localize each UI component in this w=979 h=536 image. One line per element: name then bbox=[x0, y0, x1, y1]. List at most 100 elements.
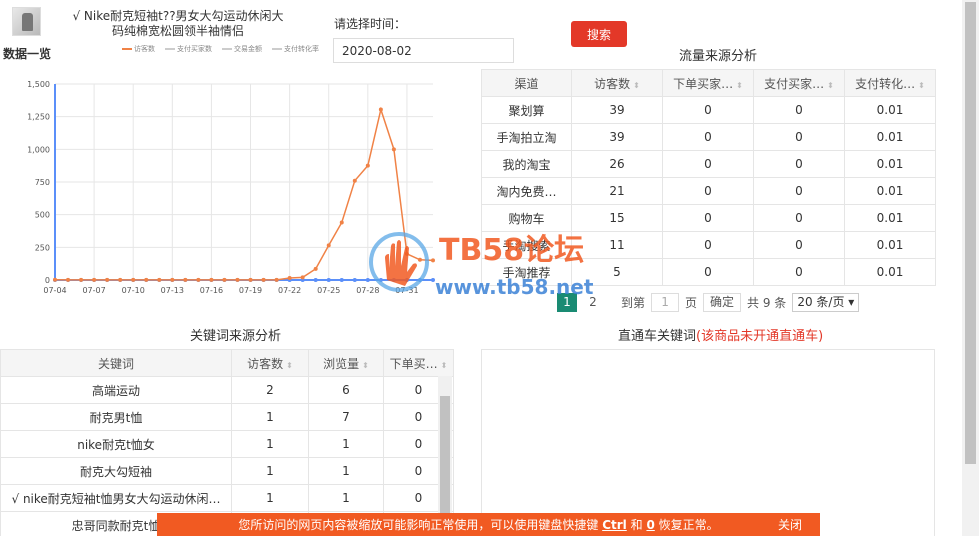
table-cell: 0 bbox=[753, 123, 845, 151]
y-tick-label: 750 bbox=[35, 178, 50, 187]
table-cell: 0 bbox=[662, 258, 754, 286]
page-size-select[interactable]: 20 条/页 ▾ bbox=[792, 293, 860, 312]
keyword-row: nike耐克t恤女 1 1 0 bbox=[0, 430, 454, 458]
table-cell: 0.01 bbox=[844, 204, 936, 232]
data-point bbox=[196, 277, 201, 282]
total-count: 共 9 条 bbox=[747, 296, 787, 310]
page-2-button[interactable]: 2 bbox=[583, 293, 603, 312]
table-cell: 手淘推荐 bbox=[481, 258, 572, 286]
sort-icon[interactable]: ⬍ bbox=[918, 81, 925, 90]
column-header[interactable]: 访客数 ⬍ bbox=[231, 349, 309, 377]
page: √ Nike耐克短袖t??男女大勾运动休闲大 码纯棉宽松圆领半袖情侣 请选择时间… bbox=[0, 0, 979, 536]
column-header: 渠道 bbox=[481, 69, 572, 97]
table-cell: 21 bbox=[571, 177, 663, 205]
date-input[interactable] bbox=[333, 38, 514, 63]
flow-row: 手淘搜索 11 0 0 0.01 bbox=[481, 231, 936, 259]
data-point bbox=[378, 107, 383, 112]
data-point bbox=[274, 277, 279, 282]
data-point bbox=[431, 278, 435, 282]
table-cell: 0 bbox=[753, 96, 845, 124]
data-point bbox=[300, 275, 305, 280]
goto-page-input[interactable]: 1 bbox=[651, 293, 680, 312]
ztc-warning: (该商品未开通直通车) bbox=[696, 329, 824, 344]
notice-close-button[interactable]: 关闭 bbox=[760, 516, 820, 533]
legend-label: 支付买家数 bbox=[177, 45, 212, 53]
data-point bbox=[157, 277, 162, 282]
flow-row: 聚划算 39 0 0 0.01 bbox=[481, 96, 936, 124]
data-point bbox=[391, 147, 396, 152]
flow-row: 淘内免费… 21 0 0 0.01 bbox=[481, 177, 936, 205]
data-point bbox=[365, 163, 370, 168]
time-label: 请选择时间： bbox=[334, 17, 407, 31]
sort-icon[interactable]: ⬍ bbox=[827, 81, 834, 90]
legend-label: 访客数 bbox=[134, 45, 155, 53]
page-scrollbar[interactable] bbox=[962, 0, 979, 536]
sort-icon[interactable]: ⬍ bbox=[286, 361, 293, 370]
table-cell: 1 bbox=[231, 484, 309, 512]
page-1-button[interactable]: 1 bbox=[557, 293, 577, 312]
x-tick-label: 07-19 bbox=[239, 286, 262, 295]
table-cell: 手淘拍立淘 bbox=[481, 123, 572, 151]
goto-confirm-button[interactable]: 确定 bbox=[703, 293, 742, 312]
legend-item[interactable]: 支付转化率 bbox=[272, 44, 319, 54]
column-header[interactable]: 浏览量 ⬍ bbox=[308, 349, 384, 377]
table-cell: 0.01 bbox=[844, 177, 936, 205]
overview-title: 数据一览 bbox=[3, 47, 52, 61]
x-tick-label: 07-16 bbox=[200, 286, 223, 295]
column-header[interactable]: 支付转化… ⬍ bbox=[844, 69, 936, 97]
product-title: √ Nike耐克短袖t??男女大勾运动休闲大 码纯棉宽松圆领半袖情侣 bbox=[58, 9, 298, 39]
table-cell: 0 bbox=[753, 204, 845, 232]
table-cell: 聚划算 bbox=[481, 96, 572, 124]
table-cell: 0 bbox=[753, 258, 845, 286]
table-cell: 0.01 bbox=[844, 231, 936, 259]
data-point bbox=[404, 251, 409, 256]
legend-label: 支付转化率 bbox=[284, 45, 319, 53]
sort-icon[interactable]: ⬍ bbox=[441, 361, 448, 370]
column-header[interactable]: 支付买家… ⬍ bbox=[753, 69, 845, 97]
chevron-down-icon: ▾ bbox=[848, 295, 855, 309]
legend-item[interactable]: 支付买家数 bbox=[165, 44, 212, 54]
search-button[interactable]: 搜索 bbox=[571, 21, 627, 47]
page-scrollbar-thumb[interactable] bbox=[965, 2, 976, 464]
column-header[interactable]: 下单买家… ⬍ bbox=[662, 69, 754, 97]
legend-marker-icon bbox=[122, 48, 132, 50]
sort-icon[interactable]: ⬍ bbox=[633, 81, 640, 90]
legend-item[interactable]: 交易金额 bbox=[222, 44, 262, 54]
keywords-table: 关键词 访客数 ⬍ 浏览量 ⬍ 下单买… ⬍ 高端运动 2 6 0 耐克男t恤 1 7 0 nike耐克t恤… bbox=[0, 349, 454, 536]
product-thumbnail[interactable] bbox=[12, 7, 41, 36]
table-cell: 1 bbox=[231, 403, 309, 431]
table-cell: 0 bbox=[753, 231, 845, 259]
sort-icon[interactable]: ⬍ bbox=[362, 361, 369, 370]
data-point bbox=[339, 220, 344, 225]
column-header[interactable]: 下单买… ⬍ bbox=[383, 349, 454, 377]
data-point bbox=[404, 278, 409, 282]
x-tick-label: 07-25 bbox=[317, 286, 340, 295]
table-cell: 0.01 bbox=[844, 123, 936, 151]
table-cell: 1 bbox=[308, 430, 384, 458]
data-point bbox=[222, 277, 227, 282]
chart-legend: 访客数 支付买家数 交易金额 支付转化率 bbox=[122, 44, 319, 54]
table-cell: 0 bbox=[662, 123, 754, 151]
data-point bbox=[313, 266, 318, 271]
legend-label: 交易金额 bbox=[234, 45, 262, 53]
ztc-title: 直通车关键词(该商品未开通直通车) bbox=[618, 325, 823, 344]
y-tick-label: 500 bbox=[35, 211, 50, 220]
keyword-row: 耐克男t恤 1 7 0 bbox=[0, 403, 454, 431]
keywords-scrollbar[interactable] bbox=[438, 376, 452, 536]
ztc-title-text: 直通车关键词 bbox=[618, 329, 697, 344]
table-cell: 39 bbox=[571, 96, 663, 124]
column-header[interactable]: 访客数 ⬍ bbox=[571, 69, 663, 97]
x-tick-label: 07-07 bbox=[82, 286, 105, 295]
table-cell: nike耐克t恤女 bbox=[0, 430, 232, 458]
sort-icon[interactable]: ⬍ bbox=[736, 81, 743, 90]
data-point bbox=[261, 277, 266, 282]
table-cell: 0.01 bbox=[844, 150, 936, 178]
x-tick-label: 07-04 bbox=[43, 286, 66, 295]
series-line bbox=[54, 106, 434, 281]
table-cell: 耐克大勾短袖 bbox=[0, 457, 232, 485]
x-tick-label: 07-13 bbox=[161, 286, 184, 295]
y-tick-label: 1,500 bbox=[27, 80, 50, 89]
data-point bbox=[144, 277, 149, 282]
keyword-row: 高端运动 2 6 0 bbox=[0, 376, 454, 404]
legend-item[interactable]: 访客数 bbox=[122, 44, 155, 54]
